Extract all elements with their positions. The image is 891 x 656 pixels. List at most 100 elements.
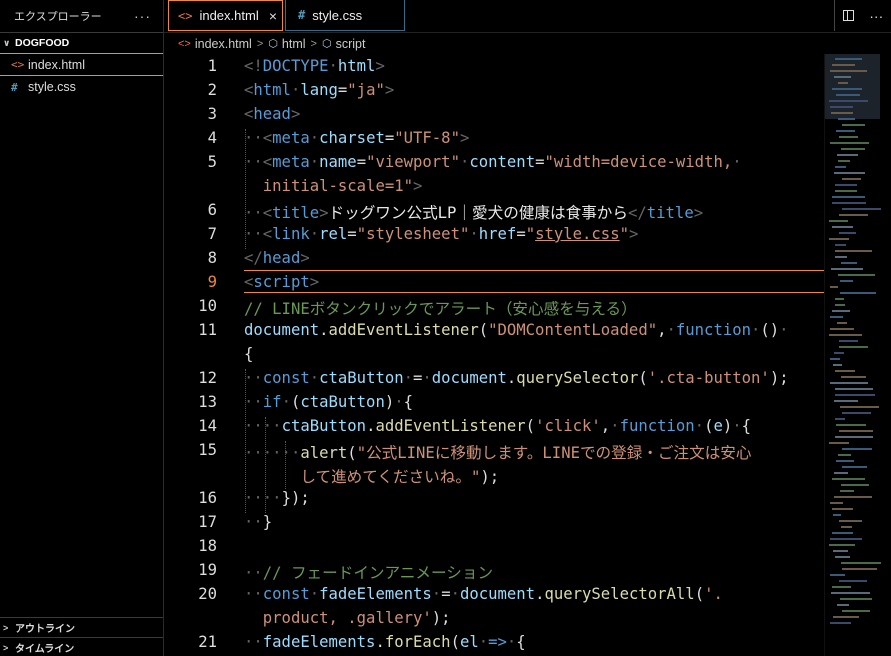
minimap-line — [830, 622, 851, 624]
minimap-line — [833, 514, 841, 516]
minimap-line — [835, 244, 846, 246]
outline-label: アウトライン — [15, 624, 75, 635]
minimap-line — [835, 556, 850, 558]
minimap-line — [842, 610, 870, 612]
code-line-wrap: して進めてくださいね。"); — [300, 468, 500, 486]
tab-label: style.css — [312, 7, 363, 23]
minimap-line — [830, 358, 840, 360]
current-line-highlight — [244, 270, 824, 293]
minimap-line — [840, 490, 854, 492]
file-index-html[interactable]: <> index.html — [0, 53, 163, 76]
minimap-line — [835, 370, 855, 372]
minimap-line — [831, 268, 863, 270]
minimap-line — [830, 502, 843, 504]
line-number: 10 — [198, 297, 217, 315]
code-line: ······alert("公式LINEに移動します。LINEでの登録・ご注文は安… — [244, 444, 752, 462]
code-line: ··<title>ドッグワン公式LP｜愛犬の健康は食事から</title> — [244, 204, 704, 222]
folder-dogfood[interactable]: ∨ DOGFOOD — [0, 32, 163, 53]
minimap-line — [841, 376, 866, 378]
line-number: 15 — [198, 441, 217, 459]
minimap-line — [830, 328, 854, 330]
breadcrumb-file[interactable]: index.html — [195, 37, 252, 51]
tab-index-html[interactable]: <> index.html × — [168, 0, 283, 31]
code-line: <html·lang="ja"> — [244, 81, 395, 99]
minimap-line — [831, 592, 870, 594]
code-line: ··// フェードインアニメーション — [244, 564, 494, 582]
minimap-line — [830, 106, 853, 108]
minimap-line — [835, 58, 862, 60]
minimap-line — [836, 460, 854, 462]
minimap-line — [835, 250, 872, 252]
html-file-icon: <> — [178, 8, 193, 23]
minimap-line — [835, 190, 857, 192]
minimap-line — [842, 208, 881, 210]
close-icon[interactable]: × — [269, 8, 277, 24]
minimap-line — [841, 262, 857, 264]
minimap-line — [830, 316, 843, 318]
line-number: 21 — [198, 633, 217, 651]
code-editor[interactable]: 1 2 3 4 5 6 7 8 9 10 11 12 13 14 15 16 1… — [164, 54, 824, 656]
minimap-line — [832, 532, 853, 534]
minimap-line — [832, 478, 865, 480]
code-line: ··} — [244, 513, 273, 531]
line-number: 7 — [207, 225, 217, 243]
minimap-line — [839, 520, 862, 522]
element-icon: ⬡ — [268, 38, 278, 50]
tab-style-css[interactable]: # style.css — [285, 0, 405, 31]
file-style-css[interactable]: # style.css — [0, 76, 163, 98]
minimap-line — [841, 484, 869, 486]
minimap-line — [840, 598, 872, 600]
code-line: ··if·(ctaButton)·{ — [244, 393, 414, 411]
minimap-line — [834, 352, 844, 354]
line-number: 1 — [207, 57, 217, 75]
minimap-line — [829, 220, 848, 222]
more-actions-icon[interactable]: ··· — [869, 8, 883, 24]
explorer-sidebar: エクスプローラー ··· ∨ DOGFOOD <> index.html # s… — [0, 0, 164, 656]
code-line: ··<link·rel="stylesheet"·href="style.css… — [244, 225, 639, 243]
minimap-line — [841, 148, 865, 150]
minimap-line — [833, 364, 842, 366]
explorer-header: エクスプローラー ··· — [0, 0, 163, 32]
chevron-right-icon: > — [3, 622, 9, 633]
element-icon: ⬡ — [321, 38, 332, 50]
minimap-line — [842, 124, 865, 126]
chevron-right-icon: > — [256, 37, 264, 50]
minimap-line — [839, 136, 858, 138]
editor-actions: ··· — [834, 0, 891, 31]
minimap-line — [830, 538, 862, 540]
minimap-line — [833, 550, 848, 552]
minimap-line — [832, 88, 862, 90]
minimap-line — [835, 256, 847, 258]
editor-tabs: <> index.html × # style.css ··· — [164, 0, 891, 33]
split-editor-icon[interactable] — [842, 10, 854, 21]
line-number: 6 — [207, 201, 217, 219]
outline-section[interactable]: > アウトライン — [0, 617, 163, 637]
breadcrumb-html[interactable]: html — [282, 37, 306, 51]
breadcrumb-script[interactable]: script — [336, 37, 366, 51]
minimap-line — [838, 160, 850, 162]
file-label: style.css — [28, 80, 76, 94]
minimap-line — [832, 310, 850, 312]
line-number: 18 — [198, 537, 217, 555]
minimap-line — [840, 292, 876, 294]
minimap-line — [839, 214, 868, 216]
line-number: 13 — [198, 393, 217, 411]
minimap-line — [834, 76, 851, 78]
minimap-line — [839, 430, 873, 432]
minimap-line — [839, 232, 856, 234]
minimap-line — [842, 568, 877, 570]
code-line: ····}); — [244, 489, 310, 507]
timeline-section[interactable]: > タイムライン — [0, 637, 163, 656]
minimap-line — [830, 382, 868, 384]
code-line: ··<meta·charset="UTF-8"> — [244, 129, 470, 147]
minimap-line — [837, 604, 849, 606]
minimap-line — [835, 388, 873, 390]
css-file-icon: # — [11, 80, 18, 94]
minimap-line — [842, 466, 867, 468]
minimap-line — [834, 472, 848, 474]
code-line: <!DOCTYPE·html> — [244, 57, 385, 75]
minimap-line — [832, 586, 851, 588]
more-actions-icon[interactable]: ··· — [134, 8, 151, 24]
minimap[interactable] — [824, 54, 891, 656]
code-line: </head> — [244, 249, 310, 267]
